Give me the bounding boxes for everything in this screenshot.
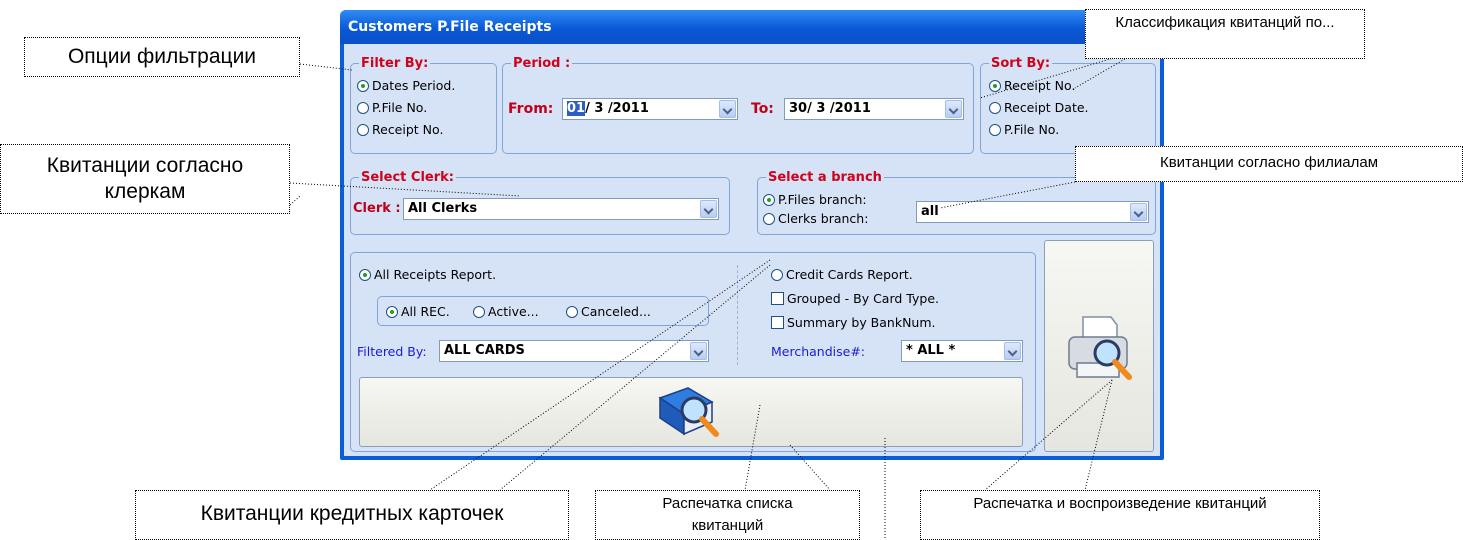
callout-print-list: Распечатка списка квитанций (595, 490, 860, 540)
callout-by-clerks: Квитанции согласно клеркам (0, 144, 290, 214)
callout-leaders (289, 55, 1131, 540)
callout-filter-options: Опции фильтрации (24, 37, 300, 77)
callout-by-branches: Квитанции согласно филиалам (1075, 146, 1463, 182)
callout-print-play: Распечатка и воспроизведение квитанций (920, 490, 1320, 540)
callout-sort-classification: Классификация квитанций по... (1085, 9, 1365, 59)
callout-credit-cards: Квитанции кредитных карточек (135, 490, 569, 540)
